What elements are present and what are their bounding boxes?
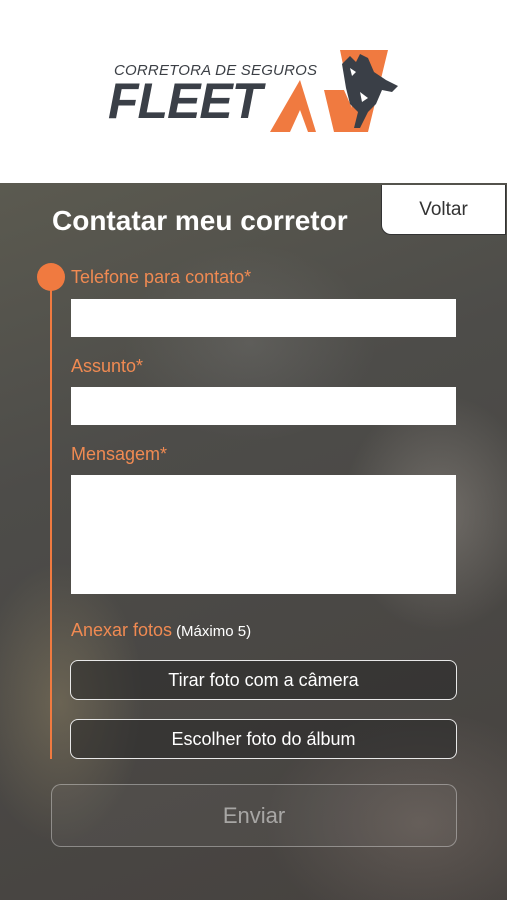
phone-input[interactable] <box>71 299 456 337</box>
page-title: Contatar meu corretor <box>52 205 348 236</box>
attach-photos-row: Anexar fotos (Máximo 5) <box>71 620 251 641</box>
subject-label: Assunto* <box>71 356 144 376</box>
app-header: CORRETORA DE SEGUROS FLEET <box>0 0 507 183</box>
back-button[interactable]: Voltar <box>381 185 506 235</box>
rhino-icon <box>270 50 398 132</box>
attach-photos-label: Anexar fotos <box>71 620 173 640</box>
message-label: Mensagem* <box>71 444 168 464</box>
phone-label: Telefone para contato* <box>71 267 252 287</box>
choose-album-photo-button[interactable]: Escolher foto do álbum <box>70 719 457 759</box>
contact-panel: Voltar Contatar meu corretor Telefone pa… <box>0 183 507 900</box>
fleet-logo: CORRETORA DE SEGUROS FLEET <box>104 46 404 136</box>
attach-photos-hint: (Máximo 5) <box>176 623 252 640</box>
send-button[interactable]: Enviar <box>51 784 457 847</box>
message-textarea[interactable] <box>71 475 456 594</box>
timeline-dot <box>37 263 65 291</box>
take-photo-button[interactable]: Tirar foto com a câmera <box>70 660 457 700</box>
timeline-line <box>50 271 52 759</box>
logo-wordmark: FLEET <box>108 73 262 129</box>
subject-input[interactable] <box>71 387 456 425</box>
